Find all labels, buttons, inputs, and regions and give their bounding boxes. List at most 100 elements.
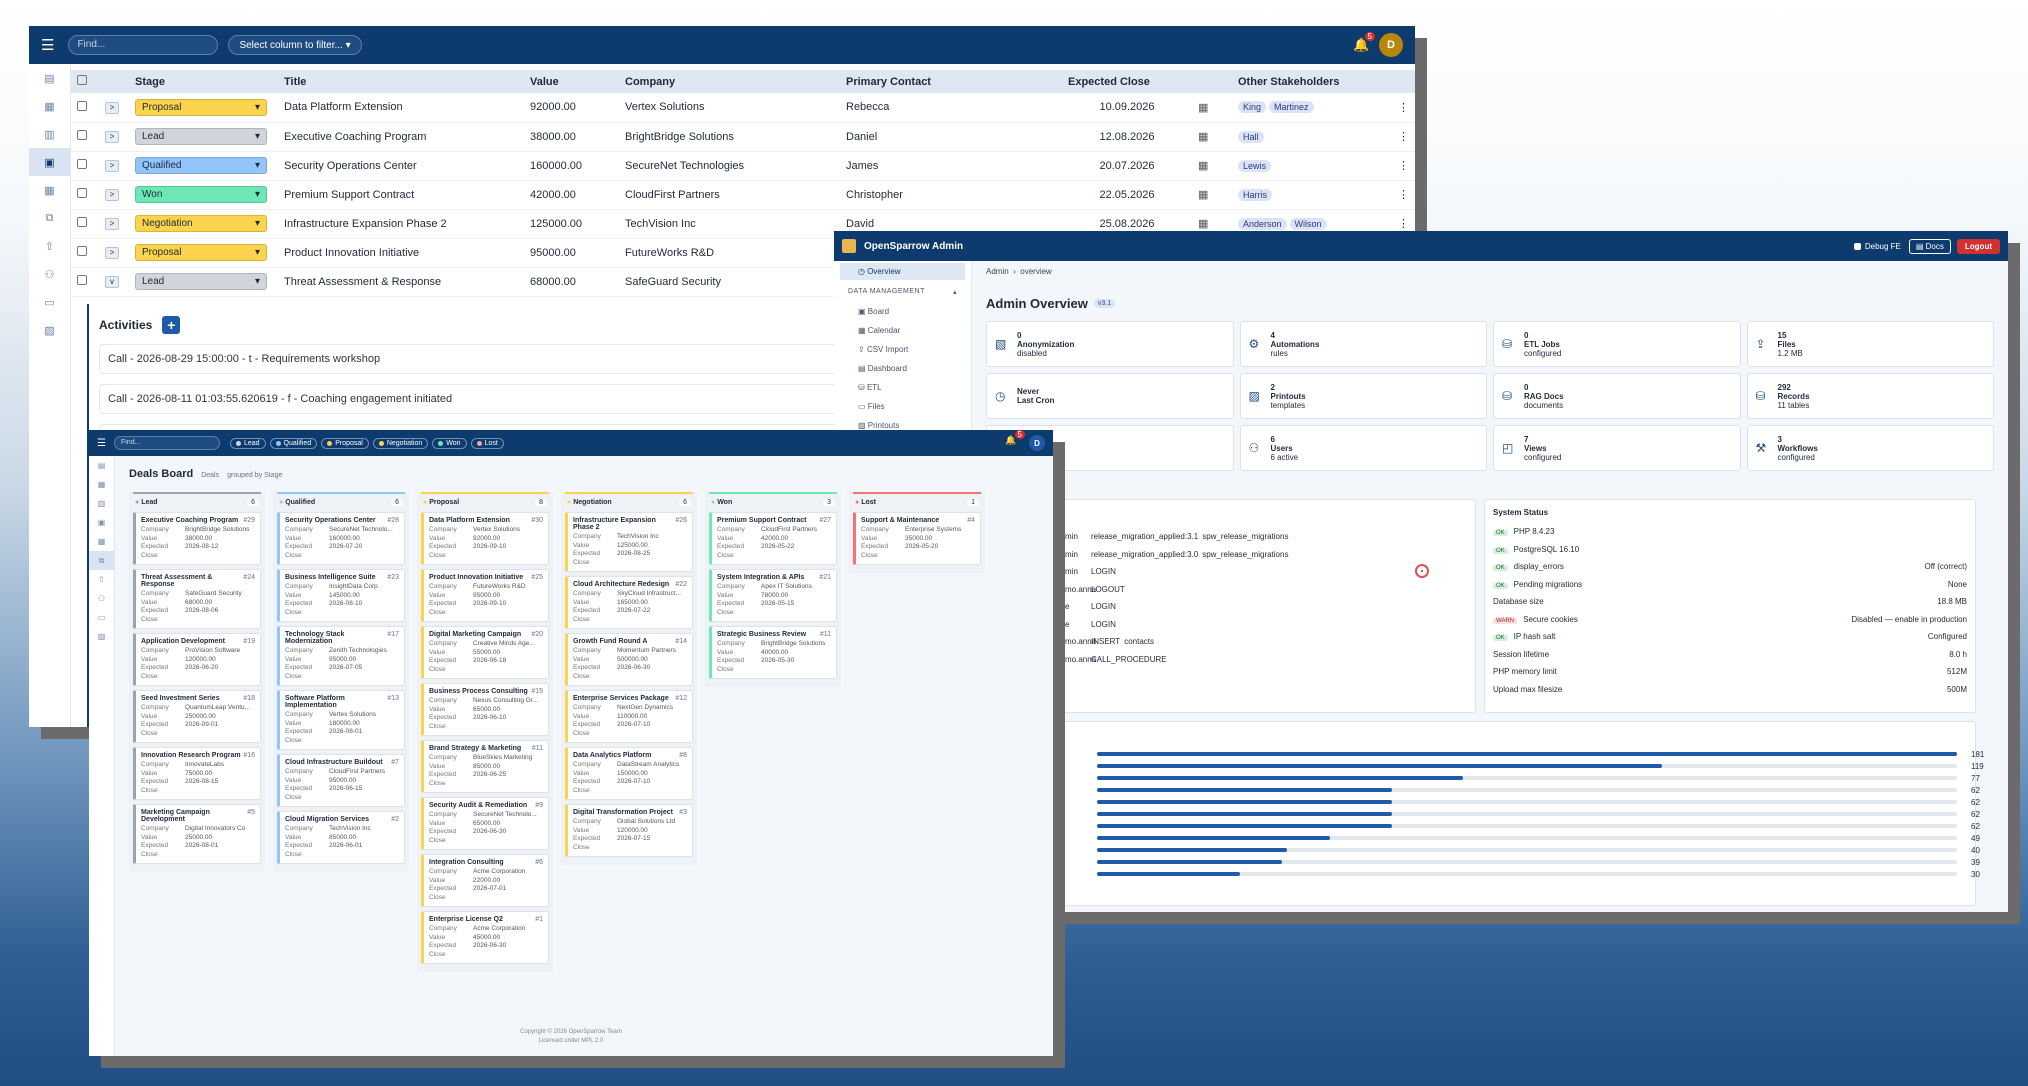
deal-card[interactable]: Seed Investment Series #18 Company QuantumL… [133, 690, 261, 743]
deal-card[interactable]: Support & Maintenance #4 Company Enterprise… [853, 512, 981, 565]
deal-card[interactable]: Application Development #19 Company ProVisi… [133, 633, 261, 686]
deal-card[interactable]: Enterprise Services Package #12 Company Nex… [565, 690, 693, 743]
board-side-icon-4[interactable]: ▣ [89, 513, 114, 532]
stage-select[interactable]: Lead ▾ [135, 273, 267, 290]
sidebar-workflow-icon[interactable]: ⧉ [29, 204, 70, 232]
row-checkbox[interactable] [77, 130, 87, 140]
deal-card[interactable]: Software Platform Implementation #13 Compa… [277, 690, 405, 750]
deal-card[interactable]: Cloud Architecture Redesign #22 Company Sky… [565, 576, 693, 629]
deal-card[interactable]: Digital Transformation Project #3 Company G… [565, 804, 693, 857]
more-menu-icon[interactable]: ⋮ [1398, 218, 1409, 230]
deal-card[interactable]: Security Operations Center #28 Company Secu… [277, 512, 405, 565]
stat-card[interactable]: ⛁ 292 Records 11 tables [1746, 373, 1994, 419]
row-checkbox[interactable] [77, 188, 87, 198]
stage-select[interactable]: Negotiation ▾ [135, 215, 267, 232]
sidebar-item-calendar[interactable]: ▦ Calendar [840, 322, 965, 339]
stakeholder-pill[interactable]: Anderson [1238, 217, 1287, 230]
debug-checkbox[interactable] [1853, 242, 1861, 250]
row-checkbox[interactable] [77, 246, 87, 256]
expand-row-button[interactable]: > [105, 247, 119, 259]
col-stage[interactable]: Stage [129, 70, 278, 93]
expand-row-button[interactable]: > [105, 189, 119, 201]
stage-select[interactable]: Won ▾ [135, 186, 267, 203]
stage-select[interactable]: Proposal ▾ [135, 244, 267, 261]
stat-card[interactable]: ▨ 2 Printouts templates [1239, 373, 1487, 419]
calendar-icon[interactable]: ▦ [1198, 218, 1208, 230]
stat-card[interactable]: ◰ 7 Views configured [1493, 425, 1741, 471]
more-menu-icon[interactable]: ⋮ [1398, 131, 1409, 143]
board-side-icon-6[interactable]: ⧉ [89, 551, 114, 570]
stat-card[interactable]: ◷ Never Last Cron [986, 373, 1234, 419]
board-avatar[interactable]: D [1029, 435, 1045, 451]
deal-card[interactable]: Premium Support Contract #27 Company CloudF… [709, 512, 837, 565]
board-side-icon-8[interactable]: ⚇ [89, 589, 114, 608]
deal-card[interactable]: Executive Coaching Program #29 Company Brig… [133, 512, 261, 565]
sidebar-bar-icon[interactable]: ▥ [29, 120, 70, 148]
deal-card[interactable]: Technology Stack Modernization #17 Company… [277, 626, 405, 686]
sidebar-print-icon[interactable]: ▨ [29, 316, 70, 344]
sidebar-deals-icon[interactable]: ▣ [29, 148, 70, 176]
deal-card[interactable]: Data Platform Extension #30 Company Vertex … [421, 512, 549, 565]
deal-card[interactable]: Threat Assessment & Response #24 Company Sa… [133, 569, 261, 629]
stakeholder-pill[interactable]: Harris [1238, 188, 1272, 201]
deal-card[interactable]: Cloud Migration Services #2 Company TechVis… [277, 811, 405, 864]
deal-card[interactable]: Business Intelligence Suite #23 Company Ins… [277, 569, 405, 622]
stat-card[interactable]: ⇪ 15 Files 1.2 MB [1746, 321, 1994, 367]
row-checkbox[interactable] [77, 275, 87, 285]
col-close[interactable]: Expected Close [1062, 70, 1192, 93]
expand-row-button[interactable]: > [105, 101, 119, 114]
stage-select[interactable]: Lead ▾ [135, 128, 267, 145]
stage-filter-chip[interactable]: Lead [229, 437, 266, 449]
sidebar-table-icon[interactable]: ▦ [29, 176, 70, 204]
deal-card[interactable]: Digital Marketing Campaign #20 Company Crea… [421, 626, 549, 679]
board-find-input[interactable]: Find... [113, 436, 220, 450]
deal-card[interactable]: Marketing Campaign Development #5 Company D… [133, 804, 261, 864]
column-filter-select[interactable]: Select column to filter... ▾ [228, 35, 362, 55]
deal-card[interactable]: Security Audit & Remediation #9 Company Sec… [421, 797, 549, 850]
sidebar-item-files[interactable]: ▭ Files [840, 398, 965, 415]
menu-icon[interactable]: ☰ [41, 36, 54, 54]
expand-row-button[interactable]: > [105, 218, 119, 230]
stage-select[interactable]: Qualified ▾ [135, 157, 267, 174]
col-company[interactable]: Company [619, 70, 840, 93]
sidebar-item-csv-import[interactable]: ⇪ CSV Import [840, 341, 965, 358]
stat-card[interactable]: ⚙ 4 Automations rules [1239, 321, 1487, 367]
stat-card[interactable]: ⛁ 0 ETL Jobs configured [1493, 321, 1741, 367]
stakeholder-pill[interactable]: Hall [1238, 130, 1264, 143]
sidebar-chart-icon[interactable]: ▤ [29, 64, 70, 92]
table-row[interactable]: > Qualified ▾ Security Operations Center 160… [71, 151, 1415, 181]
find-input[interactable]: Find... [68, 35, 219, 55]
deal-card[interactable]: Strategic Business Review #11 Company Brigh… [709, 626, 837, 679]
debug-toggle[interactable]: Debug FE [1853, 242, 1901, 251]
sidebar-item-overview[interactable]: ◷ Overview [840, 263, 965, 280]
deal-card[interactable]: Data Analytics Platform #8 Company DataStre… [565, 747, 693, 800]
stakeholder-pill[interactable]: King [1238, 101, 1267, 114]
col-stakeholders[interactable]: Other Stakeholders [1232, 70, 1392, 93]
sidebar-docs-icon[interactable]: ▭ [29, 288, 70, 316]
add-activity-button[interactable]: + [162, 316, 181, 334]
expand-row-button[interactable]: v [105, 276, 119, 288]
board-side-icon-10[interactable]: ▨ [89, 627, 114, 646]
more-menu-icon[interactable]: ⋮ [1398, 102, 1409, 114]
table-row[interactable]: > Won ▾ Premium Support Contract 42000.00 Clo… [71, 180, 1415, 210]
calendar-icon[interactable]: ▦ [1198, 102, 1208, 114]
calendar-icon[interactable]: ▦ [1198, 131, 1208, 143]
stakeholder-pill[interactable]: Lewis [1238, 159, 1272, 172]
sidebar-upload-icon[interactable]: ⇧ [29, 232, 70, 260]
col-value[interactable]: Value [524, 70, 619, 93]
stage-select[interactable]: Proposal ▾ [135, 98, 267, 116]
sidebar-item-etl[interactable]: ⛁ ETL [840, 379, 965, 396]
sidebar-section-data[interactable]: DATA MANAGEMENT ▴ [834, 282, 971, 301]
stage-filter-chip[interactable]: Won [432, 437, 467, 449]
calendar-icon[interactable]: ▦ [1198, 160, 1208, 172]
deal-card[interactable]: Cloud Infrastructure Buildout #7 Company Cl… [277, 754, 405, 807]
table-row[interactable]: > Proposal ▾ Data Platform Extension 92000.0… [71, 93, 1415, 123]
board-side-icon-7[interactable]: ⇧ [89, 570, 114, 589]
deal-card[interactable]: Integration Consulting #6 Company Acme Corp… [421, 854, 549, 907]
stat-card[interactable]: ⚇ 6 Users 6 active [1239, 425, 1487, 471]
stakeholder-pill[interactable]: Wilson [1289, 217, 1327, 230]
col-title[interactable]: Title [278, 70, 524, 93]
stage-filter-chip[interactable]: Qualified [269, 437, 318, 449]
notification-bell-icon[interactable]: 🔔 5 [1353, 32, 1375, 53]
row-checkbox[interactable] [77, 159, 87, 169]
